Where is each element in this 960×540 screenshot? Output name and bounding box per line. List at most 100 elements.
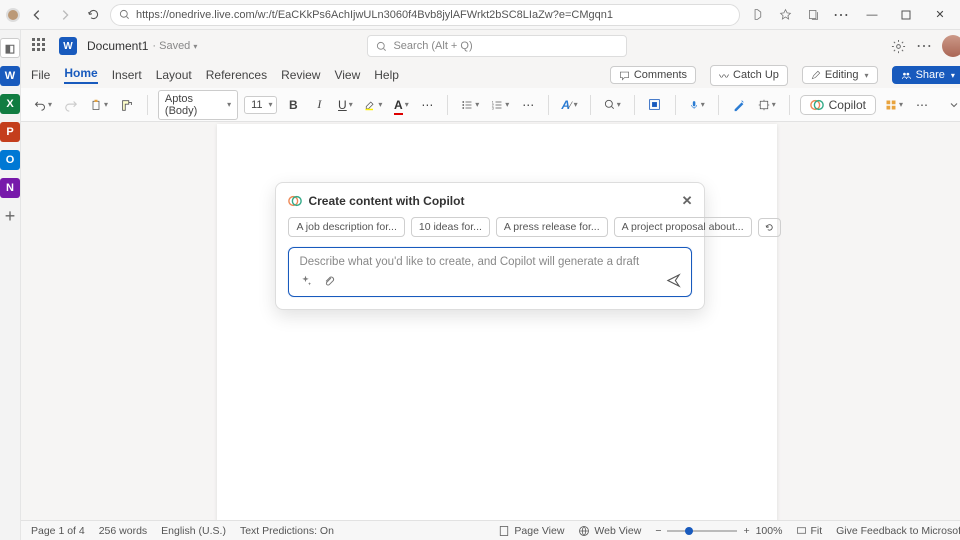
paragraph-more-icon[interactable]: ⋯ [518, 94, 538, 116]
text-predictions[interactable]: Text Predictions: On [240, 525, 334, 537]
designer-button[interactable] [645, 94, 665, 116]
tab-references[interactable]: References [206, 68, 267, 82]
read-aloud-icon[interactable] [746, 4, 768, 26]
italic-button[interactable]: I [309, 94, 329, 116]
tab-view[interactable]: View [334, 68, 360, 82]
editing-button[interactable]: Editing▾ [802, 66, 878, 84]
more-icon[interactable]: ⋯ [916, 36, 932, 56]
send-button[interactable] [666, 273, 681, 288]
styles-button[interactable]: A⁄▾ [559, 94, 580, 116]
grid-view-button[interactable]: ▾ [882, 94, 906, 116]
zoom-control[interactable]: − + 100% [655, 525, 782, 537]
chip-refresh-button[interactable] [758, 218, 781, 237]
page-view-button[interactable]: Page View [498, 525, 564, 537]
copilot-dialog-title: Create content with Copilot [308, 194, 464, 208]
catch-up-button[interactable]: 〰Catch Up [710, 65, 788, 86]
back-button[interactable] [26, 4, 48, 26]
font-color-button[interactable]: A▾ [391, 94, 411, 116]
copilot-close-button[interactable]: ✕ [682, 193, 693, 209]
svg-text:3: 3 [492, 106, 494, 110]
copilot-prompt-input[interactable]: Describe what you'd like to create, and … [288, 247, 692, 297]
tab-layout[interactable]: Layout [156, 68, 192, 82]
search-placeholder: Search (Alt + Q) [393, 40, 472, 52]
chip-proposal[interactable]: A project proposal about... [614, 217, 752, 237]
share-button[interactable]: Share▾ [892, 66, 960, 84]
tab-review[interactable]: Review [281, 68, 320, 82]
rail-onenote-icon[interactable]: N [0, 178, 20, 198]
copilot-icon [810, 98, 824, 112]
rail-word-icon[interactable]: W [0, 66, 20, 86]
zoom-out-button[interactable]: − [655, 525, 661, 537]
find-button[interactable]: ▾ [601, 94, 624, 116]
collapse-ribbon-icon[interactable] [944, 94, 960, 116]
tab-insert[interactable]: Insert [112, 68, 142, 82]
tab-home[interactable]: Home [64, 66, 97, 84]
zoom-in-button[interactable]: + [743, 525, 749, 537]
editor-button[interactable] [729, 94, 749, 116]
format-painter-button[interactable] [117, 94, 137, 116]
fit-button[interactable]: Fit [796, 525, 822, 537]
copilot-dialog: Create content with Copilot ✕ A job desc… [275, 182, 705, 310]
forward-button[interactable] [54, 4, 76, 26]
zoom-level[interactable]: 100% [756, 525, 783, 537]
close-button[interactable]: ✕ [926, 4, 954, 26]
status-bar: Page 1 of 4 256 words English (U.S.) Tex… [21, 520, 960, 540]
page-info[interactable]: Page 1 of 4 [31, 525, 85, 537]
language[interactable]: English (U.S.) [161, 525, 226, 537]
browser-menu-icon[interactable]: ⋯ [830, 4, 852, 26]
rail-outlook-icon[interactable]: O [0, 150, 20, 170]
minimize-button[interactable]: ― [858, 4, 886, 26]
bold-button[interactable]: B [283, 94, 303, 116]
app-rail: ◧ W X P O N + [0, 30, 21, 540]
comments-button[interactable]: Comments [610, 66, 696, 84]
ribbon-toolbar: ▾ ▾ Aptos (Body)▾ 11▾ B I U▾ ▾ A▾ ⋯ ▾ 12… [21, 88, 960, 122]
rail-powerpoint-icon[interactable]: P [0, 122, 20, 142]
undo-button[interactable]: ▾ [31, 94, 55, 116]
address-bar[interactable]: https://onedrive.live.com/w:/t/EaCKkPs6A… [110, 4, 740, 26]
search-icon [376, 41, 387, 52]
search-box[interactable]: Search (Alt + Q) [367, 35, 627, 57]
font-size-select[interactable]: 11▾ [244, 96, 277, 114]
paste-button[interactable]: ▾ [87, 94, 111, 116]
web-view-button[interactable]: Web View [578, 525, 641, 537]
document-name[interactable]: Document1 · Saved ▾ [87, 39, 197, 53]
rail-add-icon[interactable]: + [5, 206, 16, 227]
copilot-ribbon-button[interactable]: Copilot [800, 95, 876, 115]
chip-ideas[interactable]: 10 ideas for... [411, 217, 490, 237]
copilot-label: Copilot [829, 98, 866, 112]
app-launcher-icon[interactable] [31, 37, 49, 55]
word-count[interactable]: 256 words [99, 525, 147, 537]
underline-button[interactable]: U▾ [335, 94, 355, 116]
copilot-icon [288, 194, 302, 208]
font-name-select[interactable]: Aptos (Body)▾ [158, 90, 238, 120]
feedback-link[interactable]: Give Feedback to Microsoft [836, 525, 960, 537]
rail-excel-icon[interactable]: X [0, 94, 20, 114]
refresh-button[interactable] [82, 4, 104, 26]
doc-name-text: Document1 [87, 39, 148, 53]
bullets-button[interactable]: ▾ [458, 94, 482, 116]
rail-home-icon[interactable]: ◧ [0, 38, 20, 58]
settings-icon[interactable] [891, 39, 906, 54]
profile-icon[interactable] [6, 8, 20, 22]
collections-icon[interactable] [802, 4, 824, 26]
font-more-icon[interactable]: ⋯ [417, 94, 437, 116]
document-canvas[interactable]: Create content with Copilot ✕ A job desc… [21, 122, 960, 520]
tab-file[interactable]: File [31, 68, 50, 82]
chip-press-release[interactable]: A press release for... [496, 217, 608, 237]
zoom-slider[interactable] [667, 530, 737, 532]
numbering-button[interactable]: 123▾ [488, 94, 512, 116]
toolbar-more-icon[interactable]: ⋯ [912, 94, 932, 116]
chip-job-description[interactable]: A job description for... [288, 217, 404, 237]
user-avatar[interactable] [942, 35, 960, 57]
save-status: · Saved ▾ [152, 40, 197, 52]
tab-help[interactable]: Help [374, 68, 399, 82]
add-ins-button[interactable]: ▾ [755, 94, 779, 116]
sparkle-icon[interactable] [299, 274, 312, 287]
favorite-icon[interactable] [774, 4, 796, 26]
highlight-button[interactable]: ▾ [361, 94, 385, 116]
maximize-button[interactable] [892, 4, 920, 26]
redo-button[interactable] [61, 94, 81, 116]
attach-icon[interactable] [322, 274, 335, 287]
document-page[interactable]: Create content with Copilot ✕ A job desc… [217, 124, 777, 520]
dictate-button[interactable]: ▾ [686, 94, 708, 116]
